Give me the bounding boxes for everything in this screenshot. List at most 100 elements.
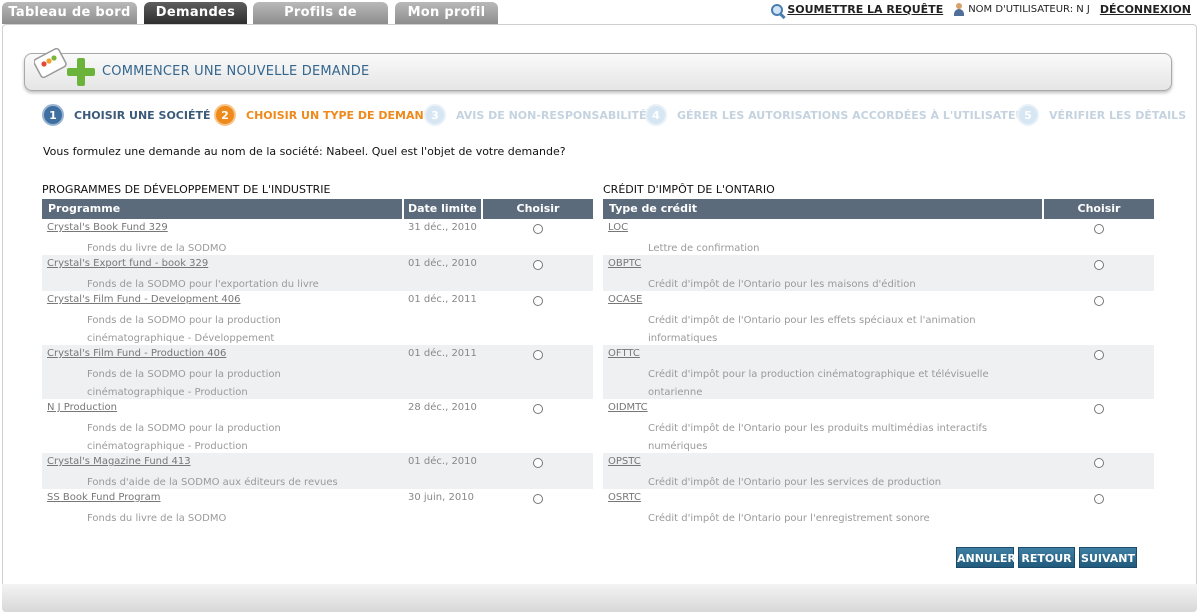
choose-radio[interactable] <box>1094 260 1104 270</box>
table-row: N J Production Fonds de la SODMO pour la … <box>42 399 593 453</box>
row-description: Fonds de la SODMO pour la production <box>87 369 281 380</box>
tab-requests[interactable]: Demandes <box>144 2 247 24</box>
step-verify-details: 5 VÉRIFIER LES DÉTAILS <box>1017 104 1186 126</box>
programs-table-header: Programme Date limite Choisir <box>42 199 593 219</box>
row-name-link[interactable]: Crystal's Film Fund - Production 406 <box>47 348 226 359</box>
table-row: OFTTC Crédit d'impôt pour la production c… <box>603 345 1154 399</box>
username-label: NOM D'UTILISATEUR: N J <box>968 4 1090 15</box>
step-choose-request-type: 2 CHOISIR UN TYPE DE DEMANDE <box>214 104 440 126</box>
tab-dashboard[interactable]: Tableau de bord <box>2 2 137 24</box>
row-name-link[interactable]: SS Book Fund Program <box>47 492 161 503</box>
row-name-link[interactable]: OPSTC <box>608 456 641 467</box>
step-number: 4 <box>645 104 667 126</box>
submit-request-link[interactable]: SOUMETTRE LA REQUÊTE <box>787 3 943 16</box>
choose-radio[interactable] <box>533 296 543 306</box>
row-deadline: 28 déc., 2010 <box>408 402 477 413</box>
new-document-icon <box>34 47 67 79</box>
step-user-permissions: 4 GÉRER LES AUTORISATIONS ACCORDÉES À L'… <box>645 104 1033 126</box>
row-name-link[interactable]: Crystal's Export fund - book 329 <box>47 258 208 269</box>
step-number: 1 <box>42 104 64 126</box>
table-row: Crystal's Magazine Fund 413 Fonds d'aide … <box>42 453 593 489</box>
col-credit-type-header: Type de crédit <box>609 202 698 215</box>
step-choose-company: 1 CHOISIR UNE SOCIÉTÉ <box>42 104 211 126</box>
row-description: Fonds de la SODMO pour la production <box>87 315 281 326</box>
choose-radio[interactable] <box>533 458 543 468</box>
row-name-link[interactable]: OIDMTC <box>608 402 648 413</box>
row-deadline: 01 déc., 2010 <box>408 258 477 269</box>
table-row: Crystal's Film Fund - Development 406 Fon… <box>42 291 593 345</box>
row-deadline: 01 déc., 2011 <box>408 348 477 359</box>
row-name-link[interactable]: OCASE <box>608 294 642 305</box>
row-description: Crédit d'impôt de l'Ontario pour les pro… <box>648 423 988 434</box>
choose-radio[interactable] <box>1094 458 1104 468</box>
tab-my-profile[interactable]: Mon profil <box>395 2 498 24</box>
col-program-header: Programme <box>48 202 121 215</box>
user-toolbar: SOUMETTRE LA REQUÊTE NOM D'UTILISATEUR: … <box>771 3 1191 16</box>
step-disclaimer: 3 AVIS DE NON-RESPONSABILITÉ <box>424 104 647 126</box>
choose-radio[interactable] <box>1094 404 1104 414</box>
user-icon <box>953 3 965 16</box>
table-row: SS Book Fund Program Fonds du livre de la… <box>42 489 593 525</box>
choose-radio[interactable] <box>533 224 543 234</box>
choose-radio[interactable] <box>533 350 543 360</box>
request-question: Vous formulez une demande au nom de la s… <box>43 145 566 158</box>
row-name-link[interactable]: OFTTC <box>608 348 640 359</box>
credits-section-title: CRÉDIT D'IMPÔT DE L'ONTARIO <box>603 183 775 196</box>
step-label: GÉRER LES AUTORISATIONS ACCORDÉES À L'UT… <box>677 108 1033 122</box>
credits-table-header: Type de crédit Choisir <box>603 199 1154 219</box>
table-row: Crystal's Book Fund 329 Fonds du livre de… <box>42 219 593 255</box>
back-button[interactable]: RETOUR <box>1018 547 1075 568</box>
page-header-banner: COMMENCER UNE NOUVELLE DEMANDE <box>24 53 1172 91</box>
row-description: Fonds du livre de la SODMO <box>87 513 227 524</box>
table-row: OPSTC Crédit d'impôt de l'Ontario pour le… <box>603 453 1154 489</box>
table-row: OCASE Crédit d'impôt de l'Ontario pour le… <box>603 291 1154 345</box>
row-name-link[interactable]: OBPTC <box>608 258 641 269</box>
add-plus-icon <box>67 58 95 86</box>
programs-section-title: PROGRAMMES DE DÉVELOPPEMENT DE L'INDUSTR… <box>42 183 331 196</box>
step-label: AVIS DE NON-RESPONSABILITÉ <box>456 108 647 122</box>
row-deadline: 31 déc., 2010 <box>408 222 477 233</box>
step-number: 5 <box>1017 104 1039 126</box>
col-deadline-header: Date limite <box>402 199 482 219</box>
row-deadline: 01 déc., 2011 <box>408 294 477 305</box>
row-deadline: 30 juin, 2010 <box>408 492 474 503</box>
col-choose-header: Choisir <box>481 199 593 219</box>
row-description: Crédit d'impôt pour la production cinéma… <box>648 369 989 380</box>
table-row: Crystal's Export fund - book 329 Fonds de… <box>42 255 593 291</box>
choose-radio[interactable] <box>533 404 543 414</box>
next-button[interactable]: SUIVANT <box>1079 547 1137 568</box>
row-name-link[interactable]: Crystal's Magazine Fund 413 <box>47 456 191 467</box>
row-name-link[interactable]: LOC <box>608 222 628 233</box>
panel-footer <box>2 584 1197 612</box>
row-description: Fonds de la SODMO pour la production <box>87 423 281 434</box>
col-choose-header: Choisir <box>1042 199 1154 219</box>
choose-radio[interactable] <box>533 494 543 504</box>
page-title: COMMENCER UNE NOUVELLE DEMANDE <box>102 64 370 79</box>
row-description: Crédit d'impôt de l'Ontario pour les eff… <box>648 315 976 326</box>
search-request-icon[interactable] <box>771 3 784 16</box>
row-description: Crédit d'impôt de l'Ontario pour l'enreg… <box>648 513 930 524</box>
choose-radio[interactable] <box>533 260 543 270</box>
row-name-link[interactable]: N J Production <box>47 402 117 413</box>
row-name-link[interactable]: OSRTC <box>608 492 641 503</box>
table-row: OSRTC Crédit d'impôt de l'Ontario pour l'… <box>603 489 1154 525</box>
step-number: 3 <box>424 104 446 126</box>
logout-link[interactable]: DÉCONNEXION <box>1100 3 1191 16</box>
tab-company-profiles[interactable]: Profils de sociétés <box>253 2 388 42</box>
choose-radio[interactable] <box>1094 296 1104 306</box>
choose-radio[interactable] <box>1094 350 1104 360</box>
table-row: OIDMTC Crédit d'impôt de l'Ontario pour l… <box>603 399 1154 453</box>
step-label: VÉRIFIER LES DÉTAILS <box>1049 108 1187 122</box>
choose-radio[interactable] <box>1094 494 1104 504</box>
step-label: CHOISIR UNE SOCIÉTÉ <box>74 108 211 122</box>
cancel-button[interactable]: ANNULER <box>956 547 1016 568</box>
choose-radio[interactable] <box>1094 224 1104 234</box>
table-row: LOC Lettre de confirmation <box>603 219 1154 255</box>
step-label: CHOISIR UN TYPE DE DEMANDE <box>246 108 441 122</box>
row-name-link[interactable]: Crystal's Book Fund 329 <box>47 222 168 233</box>
table-row: OBPTC Crédit d'impôt de l'Ontario pour le… <box>603 255 1154 291</box>
row-name-link[interactable]: Crystal's Film Fund - Development 406 <box>47 294 240 305</box>
row-deadline: 01 déc., 2010 <box>408 456 477 467</box>
step-number: 2 <box>214 104 236 126</box>
table-row: Crystal's Film Fund - Production 406 Fond… <box>42 345 593 399</box>
